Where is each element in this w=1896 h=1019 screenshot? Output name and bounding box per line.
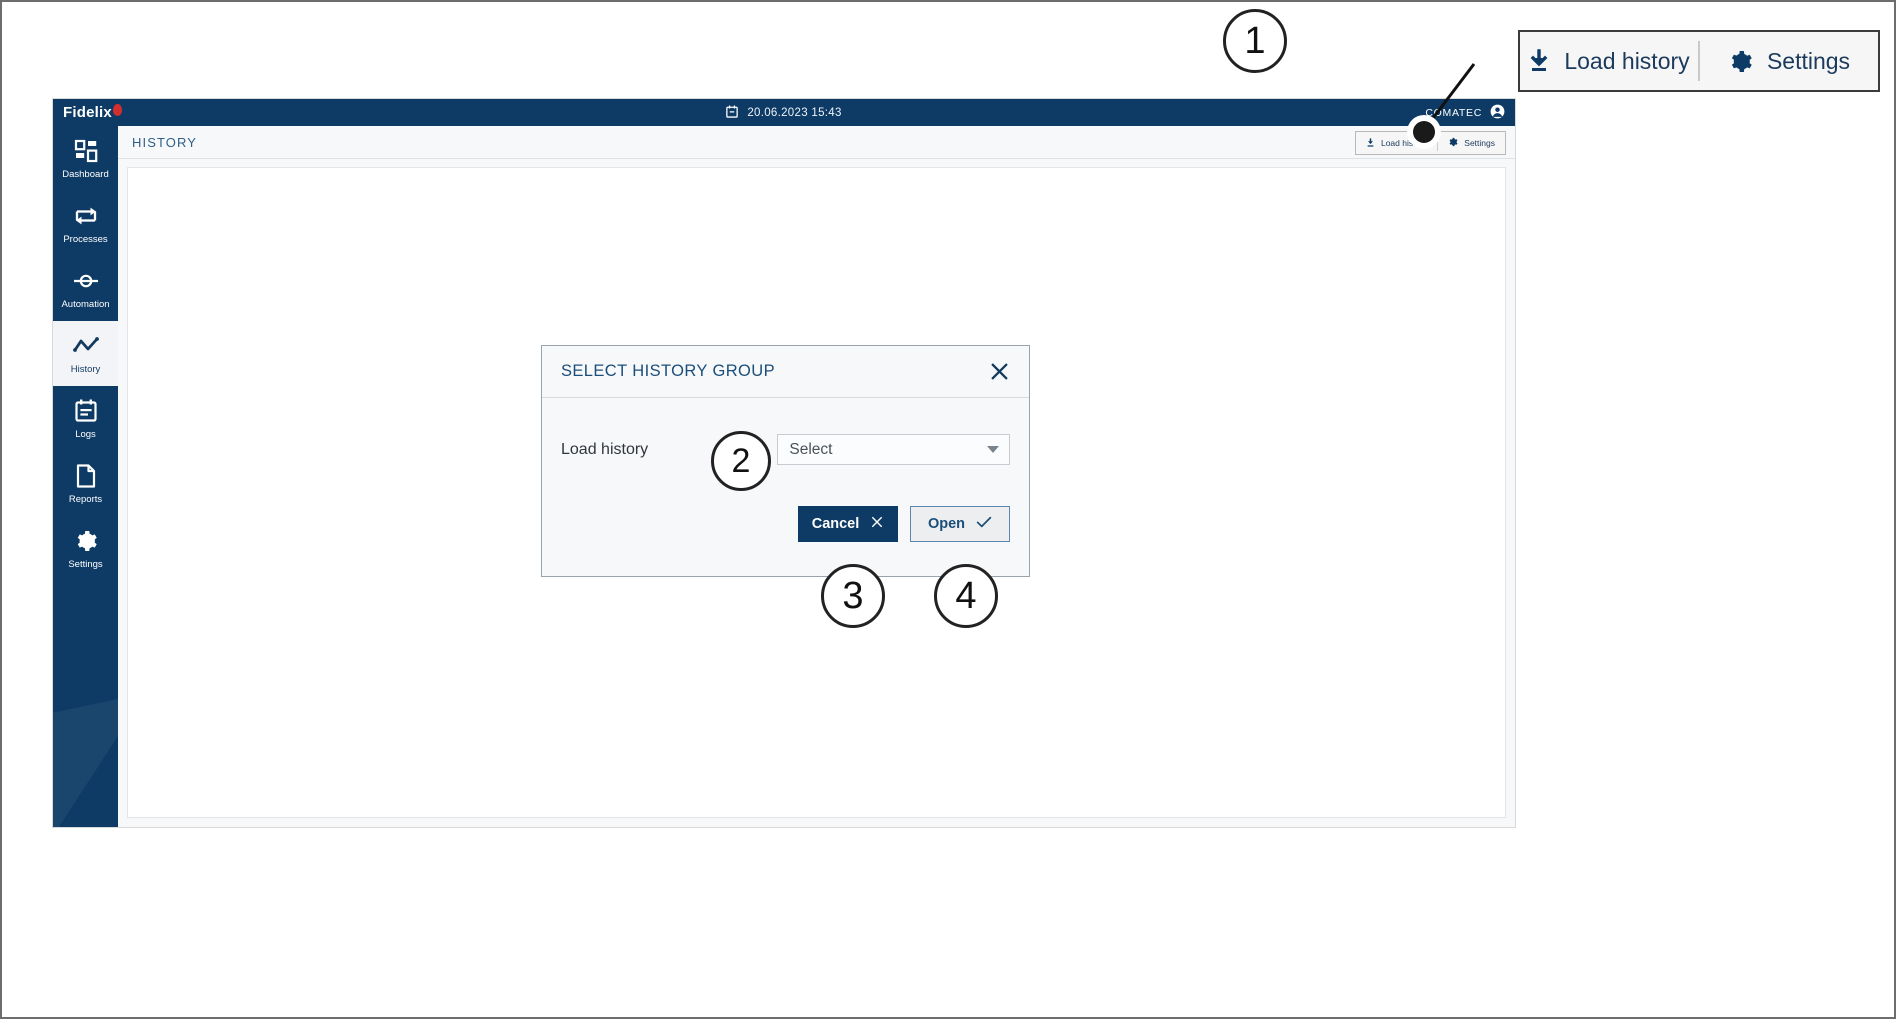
sidebar-label-dashboard: Dashboard — [62, 168, 109, 180]
callout-marker-3: 3 — [821, 564, 885, 628]
close-icon[interactable] — [987, 360, 1011, 384]
calendar-list-icon — [74, 398, 97, 424]
magnified-toolbar-callout: Load history Settings — [1518, 30, 1880, 92]
swap-arrows-icon — [74, 203, 98, 229]
page-title: HISTORY — [132, 134, 198, 150]
check-icon — [976, 515, 992, 533]
sidebar-nav: Dashboard Processes Automation History L… — [53, 126, 118, 827]
sidebar-item-reports[interactable]: Reports — [53, 451, 118, 516]
magnified-load-history-label: Load history — [1564, 47, 1690, 74]
user-avatar-icon — [1490, 104, 1505, 122]
page-toolbar: Load history Settings — [1354, 131, 1506, 155]
magnified-settings-label: Settings — [1766, 47, 1851, 74]
application-window: Fidelix 20.06.2023 15:43 COMATEC Dashboa… — [53, 99, 1515, 827]
sidebar-item-dashboard[interactable]: Dashboard — [53, 126, 118, 191]
sidebar-item-history[interactable]: History — [53, 321, 118, 386]
callout-marker-2: 2 — [711, 431, 771, 491]
user-name: COMATEC — [1425, 106, 1482, 119]
page-root: Load history Settings 1 Fidelix 20.06.20… — [0, 0, 1896, 1019]
app-topbar: Fidelix 20.06.2023 15:43 COMATEC — [53, 99, 1515, 126]
dialog-actions: Cancel Open — [798, 506, 1010, 542]
close-icon — [870, 515, 884, 533]
select-history-group-dialog: SELECT HISTORY GROUP Load history Select — [541, 345, 1030, 577]
gear-icon — [74, 528, 98, 554]
sidebar-label-reports: Reports — [68, 493, 103, 505]
sidebar-label-settings: Settings — [68, 558, 103, 570]
dialog-header: SELECT HISTORY GROUP — [542, 346, 1029, 398]
datetime-text: 20.06.2023 15:43 — [747, 106, 842, 119]
sidebar-label-processes: Processes — [63, 233, 108, 245]
sidebar-label-logs: Logs — [75, 428, 96, 440]
sidebar-item-automation[interactable]: Automation — [53, 256, 118, 321]
dialog-title: SELECT HISTORY GROUP — [561, 362, 776, 380]
calendar-icon — [726, 105, 739, 121]
page-header: HISTORY — [118, 126, 1515, 159]
grid-icon — [74, 138, 98, 164]
history-group-select[interactable]: Select — [777, 434, 1010, 465]
sidebar-decoration — [53, 697, 118, 827]
load-history-label: Load history — [1380, 138, 1428, 148]
user-menu[interactable]: COMATEC — [1425, 99, 1505, 126]
settings-button[interactable]: Settings — [1438, 132, 1505, 154]
cancel-button[interactable]: Cancel — [798, 506, 898, 542]
load-history-button[interactable]: Load history — [1356, 132, 1437, 154]
sidebar-item-processes[interactable]: Processes — [53, 191, 118, 256]
gear-icon — [1728, 49, 1753, 74]
load-history-field-row: Load history Select — [561, 434, 1010, 465]
document-icon — [76, 463, 96, 489]
trend-line-icon — [72, 333, 99, 359]
download-icon — [1366, 137, 1375, 150]
open-button-label: Open — [927, 516, 966, 532]
gear-icon — [1448, 137, 1458, 149]
sidebar-label-history: History — [70, 363, 101, 375]
callout-marker-1: 1 — [1223, 9, 1287, 73]
chevron-down-icon — [987, 446, 999, 453]
datetime-display: 20.06.2023 15:43 — [53, 99, 1515, 126]
valve-icon — [73, 268, 99, 294]
sidebar-item-logs[interactable]: Logs — [53, 386, 118, 451]
download-icon — [1528, 49, 1550, 73]
cancel-button-label: Cancel — [811, 516, 860, 532]
callout-marker-4: 4 — [934, 564, 998, 628]
magnified-settings-button[interactable]: Settings — [1700, 32, 1878, 90]
history-group-select-value: Select — [789, 440, 833, 458]
open-button[interactable]: Open — [910, 506, 1010, 542]
settings-label: Settings — [1464, 138, 1495, 148]
sidebar-label-automation: Automation — [61, 298, 110, 310]
sidebar-item-settings[interactable]: Settings — [53, 516, 118, 581]
magnified-load-history-button[interactable]: Load history — [1520, 32, 1698, 90]
